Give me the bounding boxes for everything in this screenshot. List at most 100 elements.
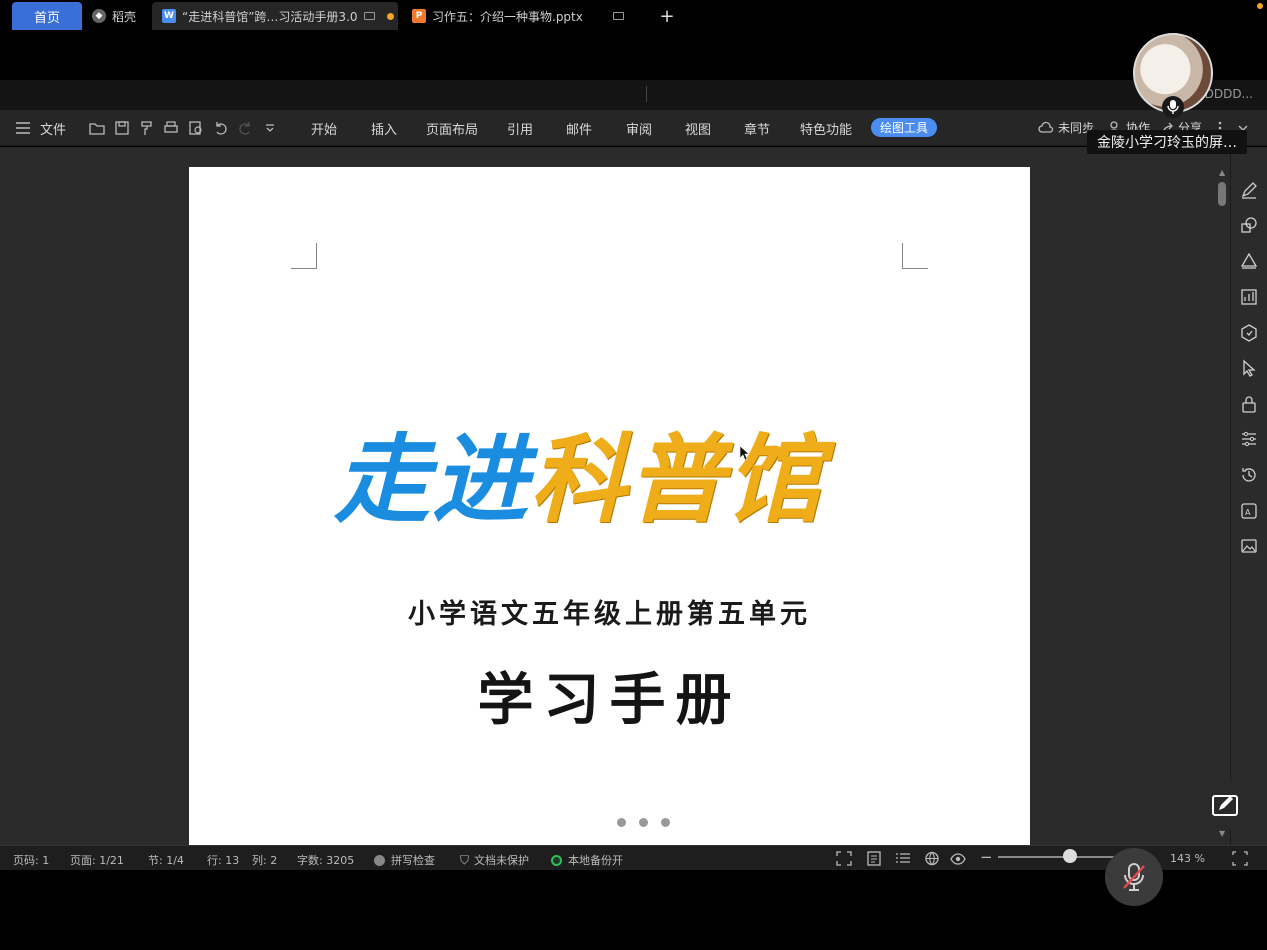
cloud-sync-icon[interactable] [1038, 120, 1054, 136]
word-doc-icon: W [162, 9, 176, 23]
file-menu[interactable]: 文件 [40, 119, 66, 138]
menu-mailings[interactable]: 邮件 [566, 119, 592, 138]
tab-home[interactable]: 首页 [12, 2, 82, 30]
doc-protection-label: 文档未保护 [474, 854, 530, 867]
recording-indicator-icon [1257, 3, 1263, 9]
account-name[interactable]: DDDD... [1205, 87, 1253, 101]
backup-status-icon [551, 854, 562, 866]
status-col: 列: 2 [252, 854, 278, 867]
print-icon[interactable] [163, 120, 179, 136]
doc-protection-status[interactable]: ⛉ 文档未保护 [460, 852, 529, 868]
annotate-button[interactable] [1200, 780, 1250, 830]
status-row: 行: 13 [207, 854, 240, 867]
page-indicator-dot[interactable] [639, 818, 648, 827]
page-indicator[interactable] [617, 818, 670, 827]
menu-special-features[interactable]: 特色功能 [800, 119, 852, 138]
tab-bar [0, 80, 1267, 110]
hexagon-tool-icon[interactable] [1240, 324, 1258, 342]
margin-corner-mark [902, 243, 928, 269]
menu-start[interactable]: 开始 [311, 119, 337, 138]
print-preview-icon[interactable] [188, 120, 204, 136]
tab-daoke[interactable]: ◆ 稻壳 [84, 2, 150, 30]
tab-document[interactable]: W “走进科普馆”跨…习活动手册3.0 [152, 2, 398, 30]
select-pointer-icon[interactable] [1240, 359, 1258, 377]
scroll-down-arrow-icon[interactable]: ▼ [1219, 829, 1225, 838]
monitor-icon [363, 12, 375, 20]
microphone-icon [1162, 96, 1184, 118]
tab-presentation-label: 习作五：介绍一种事物.pptx [432, 9, 583, 24]
fit-window-icon[interactable] [1232, 851, 1248, 866]
spell-check-label: 拼写检查 [391, 854, 435, 867]
mute-microphone-button[interactable] [1105, 848, 1163, 906]
unsaved-dot-icon [386, 12, 394, 20]
status-page[interactable]: 页面: 1/21 [70, 852, 124, 868]
menu-icon[interactable] [15, 120, 31, 136]
ribbon-toolbar: 文件 开始 插入 页面布局 引用 邮件 审阅 视图 章节 特色功能 未同步 协作… [0, 110, 1267, 146]
scroll-up-arrow-icon[interactable]: ▲ [1219, 168, 1225, 177]
document-main-title: 学习手册 [477, 667, 742, 733]
reading-mode-eye-icon[interactable] [950, 851, 966, 866]
menu-view[interactable]: 视图 [685, 119, 711, 138]
outline-view-icon[interactable] [895, 851, 911, 866]
menu-chapter[interactable]: 章节 [744, 119, 770, 138]
new-tab-button[interactable]: + [652, 2, 682, 30]
page-indicator-dot[interactable] [617, 818, 626, 827]
hero-title-art[interactable]: 走进科普馆 [334, 425, 894, 565]
menu-insert[interactable]: 插入 [371, 119, 397, 138]
annotate-pen-icon [1212, 795, 1238, 816]
local-backup-label: 本地备份开 [568, 854, 623, 867]
screen-sharer-label: 金陵小学刁玲玉的屏… [1087, 130, 1247, 154]
history-icon[interactable] [1240, 466, 1258, 484]
shapes-icon[interactable] [1240, 216, 1258, 234]
status-word-count[interactable]: 字数: 3205 [297, 852, 354, 868]
tab-presentation[interactable]: P 习作五：介绍一种事物.pptx [404, 2, 640, 30]
zoom-out-button[interactable]: − [980, 848, 993, 866]
page-indicator-dot[interactable] [661, 818, 670, 827]
svg-text:A: A [1245, 508, 1251, 517]
hero-title: 走进科普馆 [334, 425, 824, 535]
right-tool-rail: A [1230, 147, 1267, 845]
fullscreen-icon[interactable] [836, 851, 852, 866]
fill-style-icon[interactable] [1240, 252, 1258, 270]
ppt-icon: P [412, 9, 426, 23]
local-backup-status[interactable]: 本地备份开 [551, 852, 623, 868]
lock-icon[interactable] [1240, 395, 1258, 413]
open-folder-icon[interactable] [89, 120, 105, 136]
vertical-scrollbar-thumb[interactable] [1218, 182, 1226, 206]
status-page-code[interactable]: 页码: 1 [13, 852, 49, 868]
tab-daoke-label: 稻壳 [112, 9, 137, 24]
menu-page-layout[interactable]: 页面布局 [426, 119, 478, 138]
page-view-icon[interactable] [866, 851, 882, 866]
settings-sliders-icon[interactable] [1240, 430, 1258, 448]
pen-edit-icon[interactable] [1240, 181, 1258, 199]
menu-references[interactable]: 引用 [507, 119, 533, 138]
muted-microphone-icon [1123, 863, 1145, 891]
daoke-icon: ◆ [92, 9, 106, 23]
format-painter-icon[interactable] [139, 120, 155, 136]
tab-document-label: “走进科普馆”跨…习活动手册3.0 [182, 9, 358, 24]
menu-review[interactable]: 审阅 [626, 119, 652, 138]
save-icon[interactable] [114, 120, 130, 136]
margin-corner-mark [291, 243, 317, 269]
document-page[interactable]: 走进科普馆 小学语文五年级上册第五单元 学习手册 [189, 167, 1030, 845]
tab-divider [646, 86, 647, 102]
hero-title-blue: 走进 [334, 423, 530, 536]
zoom-slider-handle[interactable] [1063, 849, 1077, 863]
image-icon[interactable] [1240, 537, 1258, 555]
chart-icon[interactable] [1240, 288, 1258, 306]
web-view-icon[interactable] [924, 851, 940, 866]
tab-home-label: 首页 [33, 10, 60, 26]
spell-check-icon [374, 854, 385, 866]
image-ai-icon[interactable]: A [1240, 502, 1258, 520]
menu-drawing-tools[interactable]: 绘图工具 [871, 118, 937, 137]
quick-access-dropdown-icon[interactable] [262, 120, 278, 136]
hero-title-gold: 科普馆 [530, 423, 824, 536]
shield-icon: ⛉ [460, 852, 470, 867]
status-section: 节: 1/4 [148, 854, 184, 867]
redo-icon[interactable] [237, 120, 253, 136]
undo-icon[interactable] [213, 120, 229, 136]
mouse-cursor-icon [740, 446, 750, 460]
zoom-level[interactable]: 143 % [1170, 852, 1205, 865]
monitor-icon [612, 12, 624, 20]
spell-check-toggle[interactable]: 拼写检查 [374, 852, 435, 868]
